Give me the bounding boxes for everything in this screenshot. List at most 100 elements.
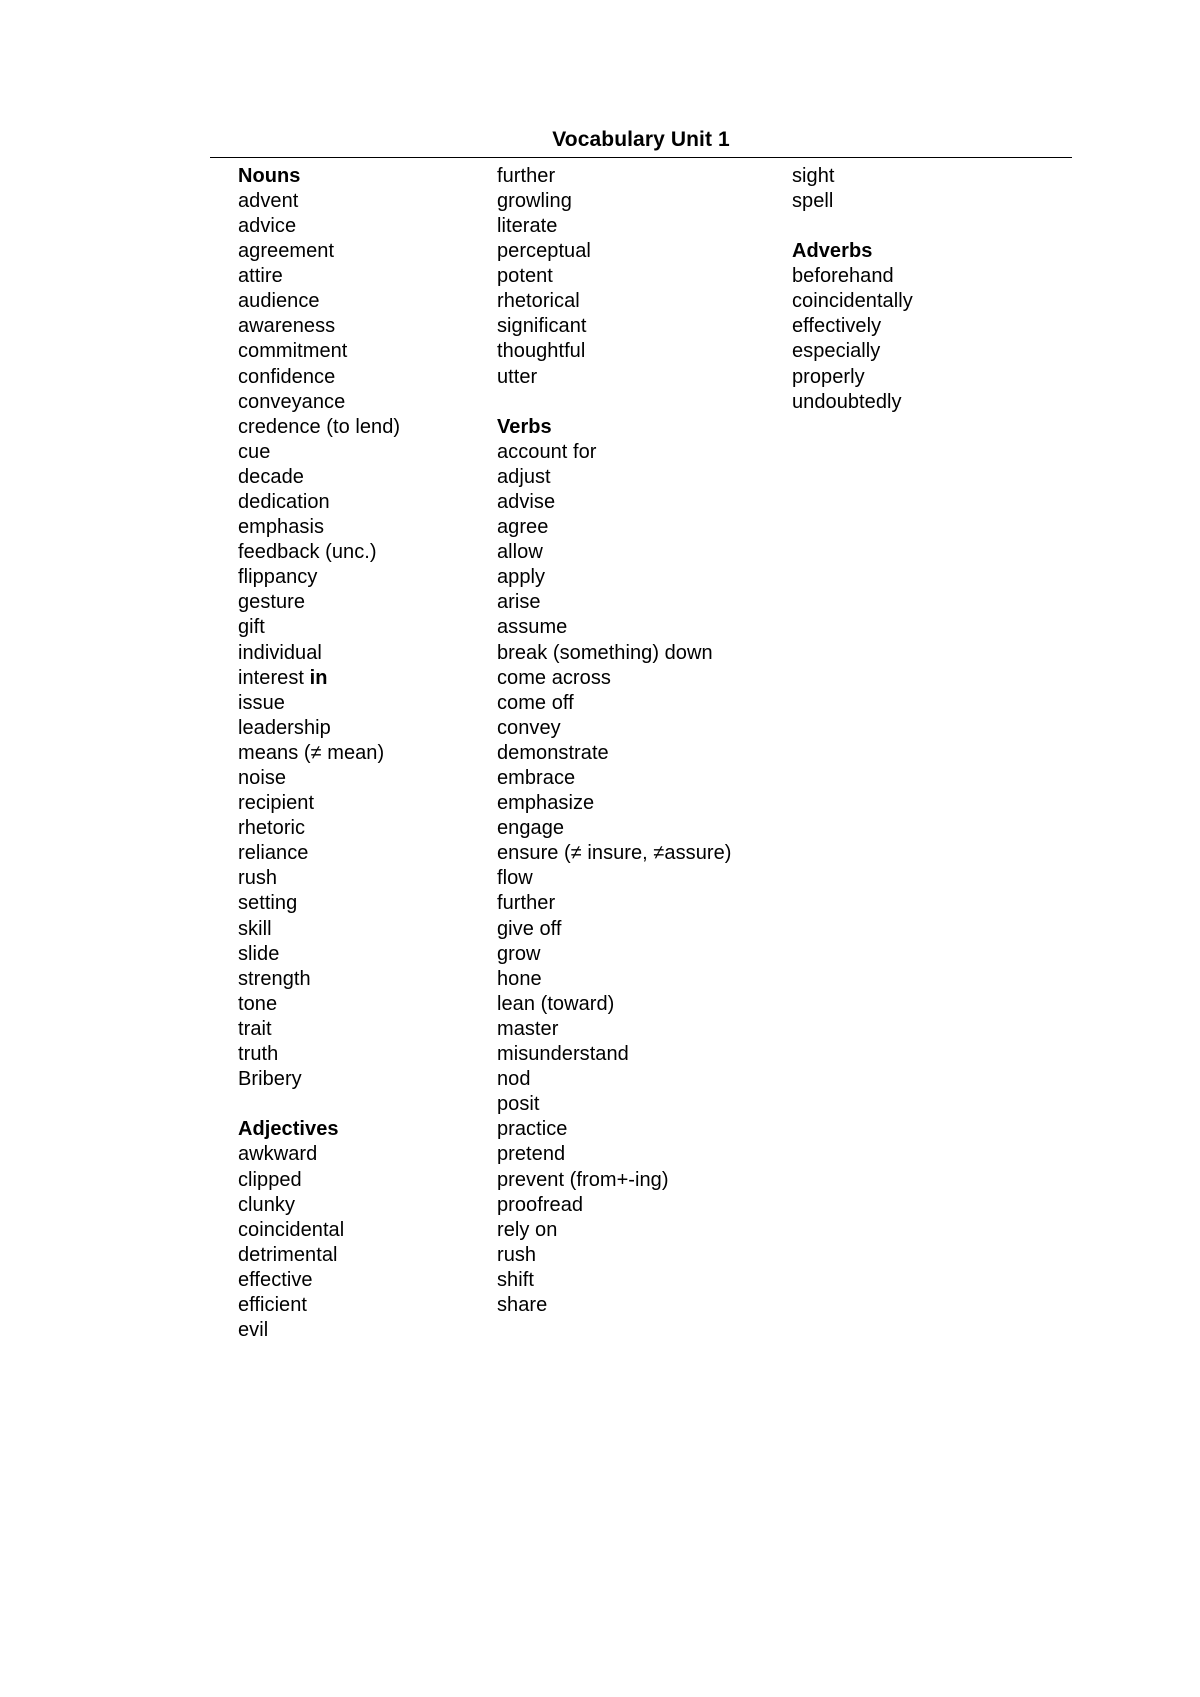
list-item: setting: [238, 892, 298, 915]
list-item: lean (toward): [497, 992, 615, 1015]
list-item: apply: [497, 566, 546, 589]
list-item: flippancy: [238, 566, 318, 589]
list-item: effectively: [792, 315, 882, 338]
list-item: awareness: [238, 315, 336, 338]
list-item: tone: [238, 992, 278, 1015]
list-item: master: [497, 1017, 559, 1040]
list-item: practice: [497, 1118, 568, 1141]
list-item: demonstrate: [497, 741, 609, 764]
section-header: Adverbs: [792, 240, 873, 263]
list-item: emphasize: [497, 792, 595, 815]
list-item: nod: [497, 1068, 531, 1091]
list-item: flow: [497, 867, 533, 890]
list-item-emphasis: in: [309, 666, 328, 689]
list-item: attire: [238, 265, 283, 288]
list-item: perceptual: [497, 240, 591, 263]
list-item: detrimental: [238, 1243, 338, 1266]
list-item: commitment: [238, 340, 348, 363]
list-item: dedication: [238, 490, 330, 513]
list-item: spell: [792, 189, 834, 212]
list-item: cue: [238, 440, 271, 463]
page-title: Vocabulary Unit 1: [552, 128, 730, 151]
list-item: gesture: [238, 591, 306, 614]
title-divider: [210, 156, 1072, 158]
list-item: further: [497, 892, 556, 915]
list-item: rush: [497, 1243, 537, 1266]
list-item: embrace: [497, 767, 576, 790]
list-item: truth: [238, 1043, 279, 1066]
list-item: advise: [497, 490, 556, 513]
list-item: account for: [497, 440, 597, 463]
list-item: evil: [238, 1319, 269, 1342]
list-item: individual: [238, 641, 322, 664]
list-item: rhetorical: [497, 290, 580, 313]
list-item: come off: [497, 691, 574, 714]
list-item: hone: [497, 967, 542, 990]
list-item: emphasis: [238, 516, 324, 539]
list-item: convey: [497, 716, 561, 739]
list-item: misunderstand: [497, 1043, 629, 1066]
list-item: reliance: [238, 842, 309, 865]
list-item: pretend: [497, 1143, 566, 1166]
list-item: growling: [497, 189, 572, 212]
vocabulary-columns: Nouns advent advice agreement attire audience…: [210, 164, 1072, 1343]
list-item: leadership: [238, 716, 331, 739]
list-item: agreement: [238, 240, 335, 263]
vocabulary-column-3: sight spell Adverbs beforehand coincidental…: [780, 164, 1072, 415]
list-item: skill: [238, 917, 272, 940]
list-item: agree: [497, 516, 549, 539]
list-item: adjust: [497, 465, 551, 488]
section-header: Nouns: [238, 164, 301, 187]
list-item: effective: [238, 1268, 313, 1291]
list-item: trait: [238, 1017, 272, 1040]
list-item: issue: [238, 691, 285, 714]
list-item: credence (to lend): [238, 415, 401, 438]
list-item: share: [497, 1293, 548, 1316]
list-item: interest in: [238, 666, 490, 691]
list-item: Bribery: [238, 1068, 302, 1091]
list-item: potent: [497, 265, 553, 288]
list-item: conveyance: [238, 390, 346, 413]
list-item: further: [497, 164, 556, 187]
list-item: confidence: [238, 365, 336, 388]
list-item: advice: [238, 214, 297, 237]
list-item: undoubtedly: [792, 390, 902, 413]
list-item: audience: [238, 290, 320, 313]
list-item: sight: [792, 164, 835, 187]
list-item: beforehand: [792, 265, 894, 288]
list-item: slide: [238, 942, 280, 965]
list-item: decade: [238, 465, 304, 488]
list-item: thoughtful: [497, 340, 586, 363]
list-item: advent: [238, 189, 299, 212]
list-item: especially: [792, 340, 881, 363]
list-item: ensure (≠ insure, ≠assure): [497, 842, 732, 865]
list-item: coincidental: [238, 1218, 345, 1241]
list-item: recipient: [238, 792, 315, 815]
list-item: means (≠ mean): [238, 741, 385, 764]
list-item: noise: [238, 767, 287, 790]
list-item: awkward: [238, 1143, 318, 1166]
list-item: rely on: [497, 1218, 558, 1241]
list-item: engage: [497, 817, 565, 840]
list-item: gift: [238, 616, 265, 639]
list-item: proofread: [497, 1193, 584, 1216]
list-item: literate: [497, 214, 558, 237]
vocabulary-document: Vocabulary Unit 1 Nouns advent advice agree…: [210, 128, 1072, 1343]
list-item: give off: [497, 917, 562, 940]
list-item: strength: [238, 967, 311, 990]
document-page: Vocabulary Unit 1 Nouns advent advice agree…: [0, 0, 1200, 1697]
list-item: feedback (unc.): [238, 541, 377, 564]
list-item: efficient: [238, 1293, 308, 1316]
list-item: prevent (from+-ing): [497, 1168, 669, 1191]
list-item: assume: [497, 616, 568, 639]
list-item: properly: [792, 365, 865, 388]
vocabulary-column-2: further growling literate perceptual potent r…: [490, 164, 780, 1318]
list-item: come across: [497, 666, 611, 689]
list-item: utter: [497, 365, 538, 388]
list-item: grow: [497, 942, 541, 965]
list-item: significant: [497, 315, 587, 338]
list-item: clunky: [238, 1193, 295, 1216]
